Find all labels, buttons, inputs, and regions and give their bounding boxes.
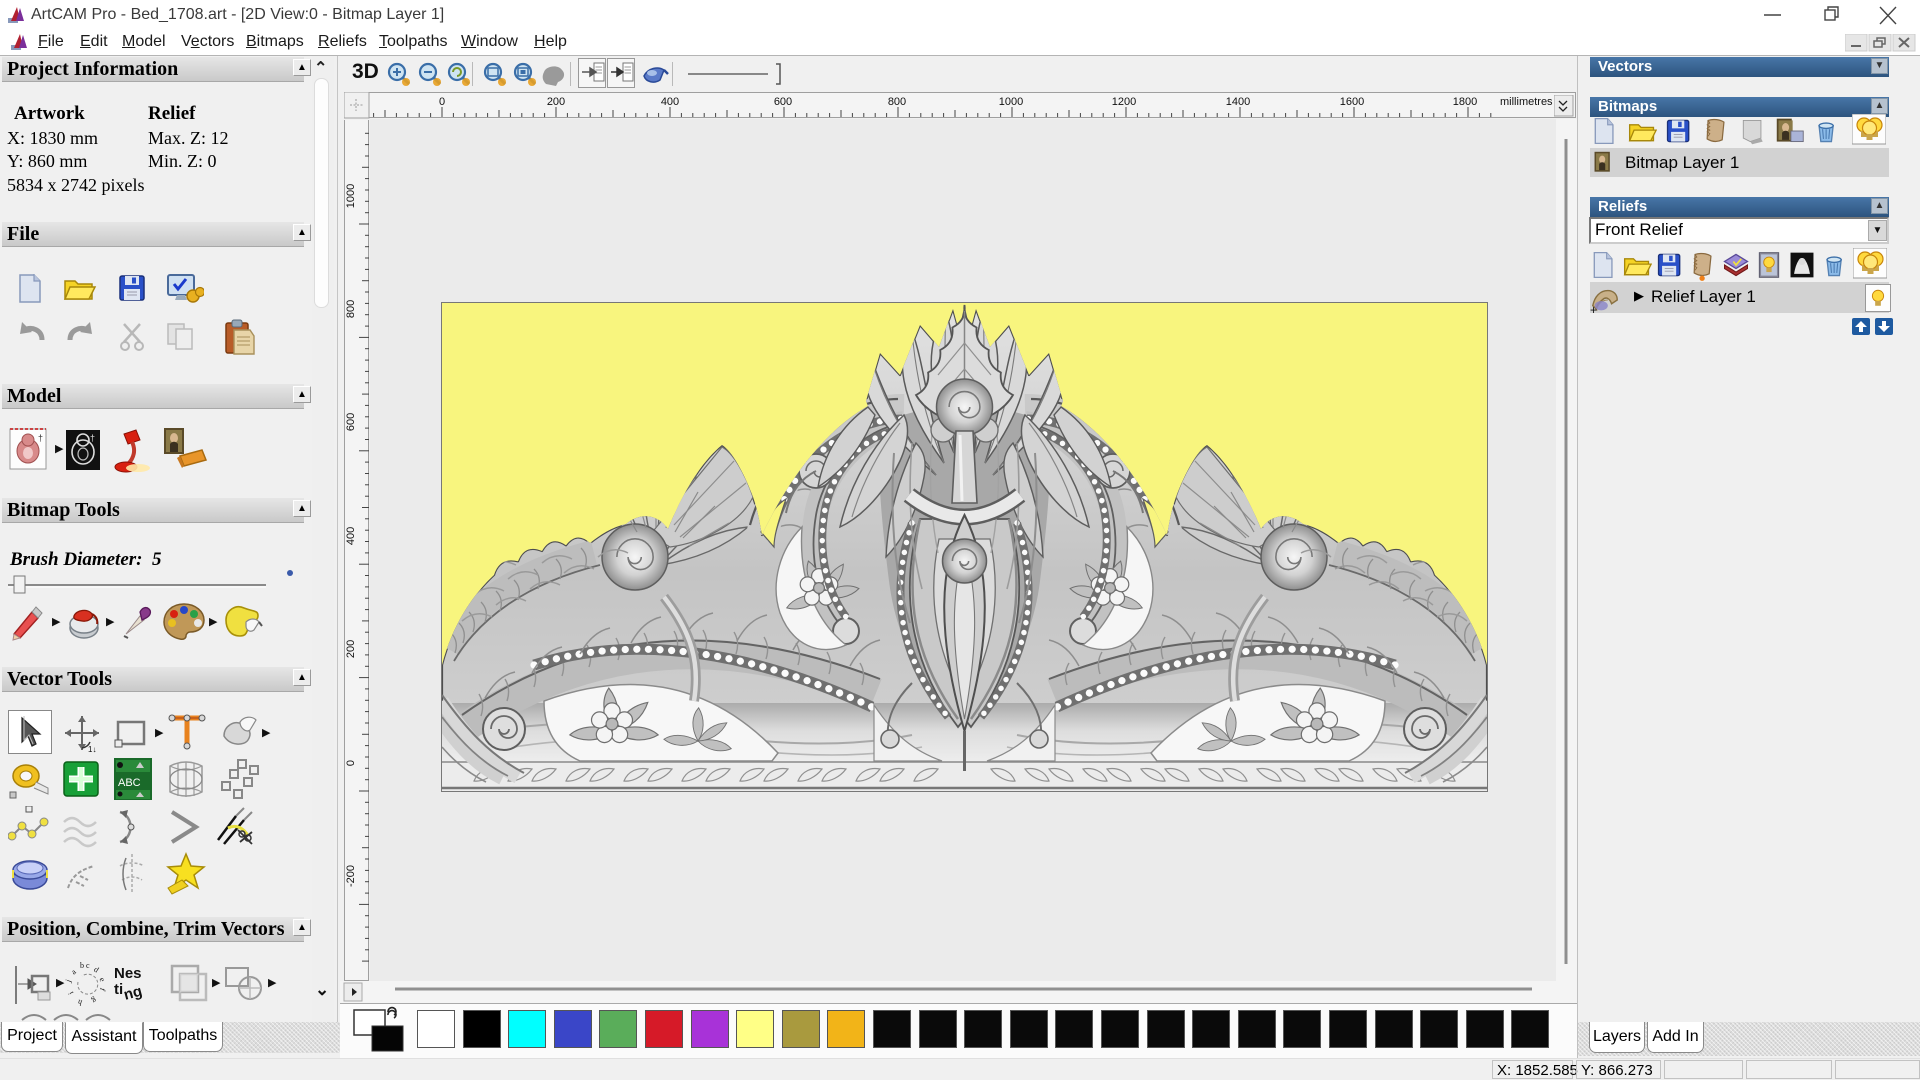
svg-text:600: 600 [345, 413, 357, 431]
svg-text:1000: 1000 [999, 96, 1023, 108]
svg-text:0: 0 [439, 96, 445, 108]
svg-text:ng: ng [122, 983, 144, 1004]
svg-text:1↓: 1↓ [88, 745, 96, 754]
svg-text:b c: b c [80, 961, 90, 970]
svg-text:a: a [69, 967, 78, 976]
svg-text:g: g [90, 996, 98, 1006]
svg-text:1600: 1600 [1340, 96, 1364, 108]
svg-text:800: 800 [345, 300, 357, 318]
svg-text:j: j [64, 978, 73, 984]
svg-text:h: h [77, 998, 83, 1008]
svg-text:d: d [92, 965, 100, 975]
svg-text:200: 200 [345, 640, 357, 658]
svg-text:i: i [66, 989, 75, 996]
svg-text:Nes: Nes [114, 965, 142, 982]
svg-text:1200: 1200 [1112, 96, 1136, 108]
svg-text:f: f [98, 987, 107, 993]
svg-text:1000: 1000 [345, 184, 357, 208]
svg-text:800: 800 [888, 96, 906, 108]
svg-text:0: 0 [345, 760, 357, 766]
svg-text:†: † [90, 433, 95, 443]
svg-text:†: † [38, 433, 43, 443]
svg-text:millimetres: millimetres [1500, 96, 1553, 108]
svg-text:1800: 1800 [1453, 96, 1477, 108]
svg-text:-200: -200 [345, 865, 357, 887]
svg-text:ABC: ABC [118, 777, 141, 789]
svg-text:+: + [1590, 303, 1597, 317]
svg-text:400: 400 [661, 96, 679, 108]
svg-text:600: 600 [774, 96, 792, 108]
svg-text:200: 200 [547, 96, 565, 108]
svg-text:1400: 1400 [1226, 96, 1250, 108]
svg-text:e: e [98, 976, 108, 983]
svg-text:400: 400 [345, 527, 357, 545]
